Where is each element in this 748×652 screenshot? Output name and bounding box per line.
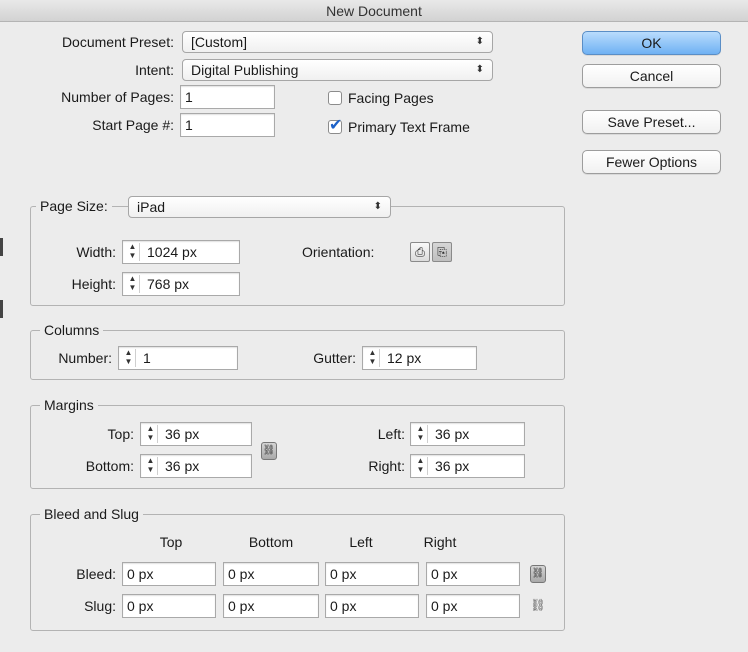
- intent-value: Digital Publishing: [191, 62, 299, 78]
- select-arrows-icon: ⬍: [475, 64, 484, 75]
- slug-left-input[interactable]: 0 px: [325, 594, 419, 618]
- document-preset-label: Document Preset:: [61, 34, 174, 50]
- slug-right-input[interactable]: 0 px: [426, 594, 520, 618]
- gutter-value: 12 px: [387, 350, 422, 366]
- primary-text-frame-checkbox[interactable]: ✔: [328, 117, 342, 134]
- select-arrows-icon: ⬍: [475, 36, 484, 47]
- checkmark-icon: ✔: [329, 117, 343, 134]
- margin-left-label: Left:: [377, 426, 405, 442]
- window-title: New Document: [0, 0, 748, 22]
- margin-right-stepper[interactable]: ▲ ▼: [414, 457, 428, 475]
- bleed-top-input[interactable]: 0 px: [122, 562, 216, 586]
- document-preset-value: [Custom]: [191, 34, 248, 50]
- margin-left-stepper[interactable]: ▲ ▼: [414, 425, 428, 443]
- column-number-value: 1: [143, 350, 151, 366]
- bleed-left-input[interactable]: 0 px: [325, 562, 419, 586]
- margin-top-label: Top:: [107, 426, 134, 442]
- facing-pages-checkbox[interactable]: [328, 91, 342, 105]
- slug-label: Slug:: [84, 598, 116, 614]
- bleed-link-icon[interactable]: ⛓: [530, 565, 546, 583]
- ok-button[interactable]: OK: [582, 31, 721, 55]
- margin-right-label: Right:: [368, 458, 405, 474]
- gutter-label: Gutter:: [313, 350, 356, 366]
- primary-text-frame-label: Primary Text Frame: [348, 119, 470, 135]
- landscape-orientation-icon[interactable]: ⎘: [432, 242, 452, 262]
- margins-link-icon[interactable]: ⛓: [261, 442, 277, 460]
- margin-top-stepper[interactable]: ▲ ▼: [144, 425, 158, 443]
- bleed-label: Bleed:: [76, 566, 116, 582]
- gutter-stepper[interactable]: ▲ ▼: [366, 349, 380, 367]
- bleed-bottom-input[interactable]: 0 px: [223, 562, 319, 586]
- start-page-input[interactable]: 1: [180, 113, 275, 137]
- width-stepper[interactable]: ▲ ▼: [126, 243, 140, 261]
- margin-left-value: 36 px: [435, 426, 470, 442]
- slug-top-input[interactable]: 0 px: [122, 594, 216, 618]
- intent-label: Intent:: [135, 62, 174, 78]
- edge-mark: [0, 238, 3, 256]
- columns-legend: Columns: [40, 321, 104, 339]
- save-preset-button[interactable]: Save Preset...: [582, 110, 721, 134]
- margin-right-value: 36 px: [435, 458, 470, 474]
- margins-legend: Margins: [40, 396, 98, 414]
- margin-top-value: 36 px: [165, 426, 200, 442]
- orientation-label: Orientation:: [302, 244, 375, 260]
- page-size-select[interactable]: iPad ⬍: [128, 196, 391, 218]
- fewer-options-button[interactable]: Fewer Options: [582, 150, 721, 174]
- number-of-pages-label: Number of Pages:: [61, 89, 174, 105]
- number-of-pages-input[interactable]: 1: [180, 85, 275, 109]
- start-page-label: Start Page #:: [92, 117, 174, 133]
- edge-mark: [0, 300, 3, 318]
- slug-bottom-input[interactable]: 0 px: [223, 594, 319, 618]
- width-label: Width:: [76, 244, 116, 260]
- intent-select[interactable]: Digital Publishing ⬍: [182, 59, 493, 81]
- bleed-col-right: Right: [423, 534, 457, 550]
- cancel-button[interactable]: Cancel: [582, 64, 721, 88]
- height-stepper[interactable]: ▲ ▼: [126, 275, 140, 293]
- bleed-right-input[interactable]: 0 px: [426, 562, 520, 586]
- bleed-col-top: Top: [159, 534, 183, 550]
- bleed-col-bottom: Bottom: [248, 534, 294, 550]
- document-preset-select[interactable]: [Custom] ⬍: [182, 31, 493, 53]
- width-value: 1024 px: [147, 244, 197, 260]
- column-number-label: Number:: [58, 350, 112, 366]
- page-size-value: iPad: [137, 199, 166, 215]
- column-number-input[interactable]: 1: [118, 346, 238, 370]
- margin-bottom-label: Bottom:: [85, 458, 134, 474]
- bleed-slug-legend: Bleed and Slug: [40, 505, 143, 523]
- height-value: 768 px: [147, 276, 190, 292]
- portrait-orientation-icon[interactable]: ⎙: [410, 242, 430, 262]
- select-arrows-icon: ⬍: [373, 201, 382, 212]
- page-size-label: Page Size:: [36, 197, 112, 215]
- margin-bottom-value: 36 px: [165, 458, 200, 474]
- slug-link-icon[interactable]: ⛓: [530, 597, 546, 615]
- height-label: Height:: [71, 276, 116, 292]
- facing-pages-label: Facing Pages: [348, 90, 434, 106]
- margin-bottom-stepper[interactable]: ▲ ▼: [144, 457, 158, 475]
- column-number-stepper[interactable]: ▲ ▼: [122, 349, 136, 367]
